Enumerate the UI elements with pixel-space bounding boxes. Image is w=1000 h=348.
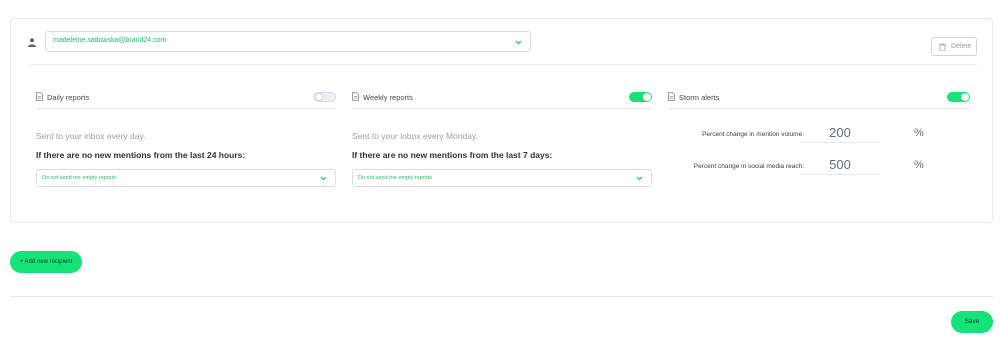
mention-volume-input[interactable]: 200 — [800, 125, 880, 143]
weekly-reports-header: Weekly reports — [352, 89, 652, 109]
document-icon — [668, 92, 675, 101]
weekly-reports-toggle[interactable] — [629, 92, 652, 102]
social-reach-unit: % — [914, 159, 924, 171]
weekly-empty-question: If there are no new mentions from the la… — [352, 150, 553, 160]
add-recipient-button[interactable]: + Add new recipient — [10, 251, 82, 273]
weekly-reports-subtitle: Sent to your inbox every Monday. — [352, 131, 478, 141]
storm-alerts-toggle[interactable] — [947, 92, 970, 102]
recipient-email-select[interactable]: madeleine.sadowska@brand24.com — [45, 31, 531, 52]
delete-label: Delete — [951, 43, 972, 50]
chevron-down-icon — [515, 40, 522, 45]
chevron-down-icon — [320, 176, 327, 181]
toggle-knob — [315, 93, 323, 101]
delete-button[interactable]: Delete — [931, 37, 977, 56]
document-icon — [352, 92, 359, 101]
trash-icon — [939, 43, 946, 51]
weekly-reports-section: Weekly reports Sent to your inbox every … — [352, 89, 652, 187]
weekly-reports-title: Weekly reports — [363, 93, 413, 102]
recipient-email-value: madeleine.sadowska@brand24.com — [53, 37, 167, 44]
social-reach-label: Percent change in social media reach: — [693, 163, 804, 170]
daily-empty-question: If there are no new mentions from the la… — [36, 150, 246, 160]
storm-alerts-title: Storm alerts — [679, 93, 720, 102]
mention-volume-label: Percent change in mention volume: — [702, 131, 804, 138]
recipient-card: madeleine.sadowska@brand24.com Delete Da… — [10, 18, 993, 223]
daily-reports-subtitle: Sent to your inbox every day. — [36, 131, 146, 141]
daily-reports-title: Daily reports — [47, 93, 90, 102]
mention-volume-unit: % — [914, 127, 924, 139]
daily-empty-reports-select[interactable]: Do not send me empty reports — [36, 169, 336, 187]
save-button[interactable]: Save — [951, 311, 993, 333]
daily-empty-reports-value: Do not send me empty reports — [42, 175, 116, 181]
toggle-knob — [961, 93, 969, 101]
storm-alerts-section: Storm alerts Percent change in mention v… — [668, 89, 970, 175]
daily-reports-section: Daily reports Sent to your inbox every d… — [36, 89, 336, 187]
social-reach-input[interactable]: 500 — [800, 157, 880, 175]
mention-volume-row: Percent change in mention volume: 200 % — [668, 125, 970, 151]
document-icon — [36, 92, 43, 101]
section-divider — [29, 64, 977, 65]
storm-alerts-header: Storm alerts — [668, 89, 970, 109]
weekly-empty-reports-value: Do not send me empty reports — [358, 175, 432, 181]
chevron-down-icon — [636, 176, 643, 181]
bottom-divider — [10, 296, 993, 297]
user-icon — [28, 38, 36, 47]
toggle-knob — [643, 93, 651, 101]
daily-reports-header: Daily reports — [36, 89, 336, 109]
social-reach-row: Percent change in social media reach: 50… — [668, 157, 970, 183]
daily-reports-toggle[interactable] — [313, 92, 336, 102]
weekly-empty-reports-select[interactable]: Do not send me empty reports — [352, 169, 652, 187]
